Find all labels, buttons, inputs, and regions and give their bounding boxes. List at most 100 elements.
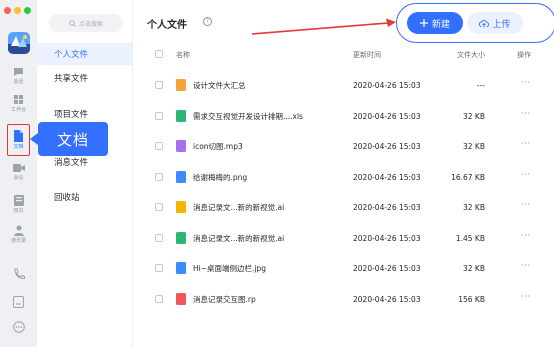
row-checkbox[interactable] [155, 111, 163, 120]
rail-item-workbench[interactable]: 工作台 [0, 94, 37, 113]
sidebar-item-recycle-bin[interactable]: 回收站 [37, 186, 133, 208]
app-window: 会话 工作台 文档 会议 知识 通讯录 点击搜索 个人文件 共享文件 项目文件 … [0, 0, 554, 347]
rail-item-file[interactable] [0, 296, 37, 308]
app-rail: 会话 工作台 文档 会议 知识 通讯录 [0, 0, 37, 347]
search-icon [69, 19, 76, 27]
rail-item-label: 工作台 [10, 107, 26, 113]
table-row[interactable]: icon切图.mp3 2020-04-26 15:03 32 KB ··· [134, 131, 554, 161]
row-checkbox[interactable] [155, 172, 163, 181]
row-more-button[interactable]: ··· [521, 292, 531, 301]
row-checkbox[interactable] [155, 264, 163, 272]
chat-icon [14, 68, 23, 76]
table-row[interactable]: 消息记录文...新的新视觉.ai 2020-04-26 15:03 32 KB ··· [134, 192, 554, 222]
callout-label: 文档 [56, 130, 89, 149]
file-size: 32 KB [463, 142, 485, 151]
table-row[interactable]: 给谢梅梅的.png 2020-04-26 15:03 16.67 KB ··· [134, 162, 554, 192]
file-name[interactable]: 消息记录交互图.rp [193, 294, 256, 305]
search-box[interactable]: 点击搜索 [49, 14, 123, 32]
row-more-button[interactable]: ··· [521, 109, 531, 118]
column-action: 操作 [517, 51, 531, 59]
file-size: --- [476, 81, 485, 90]
docs-callout: 文档 [30, 122, 108, 156]
rail-item-more[interactable] [0, 321, 37, 333]
table-row[interactable]: Hi~桌面端侧边栏.jpg 2020-04-26 15:03 32 KB ··· [134, 253, 554, 283]
excel-icon [176, 109, 186, 122]
avatar[interactable] [8, 32, 30, 54]
folder-icon [176, 79, 186, 91]
file-name[interactable]: 设计文件大汇总 [193, 80, 246, 91]
contacts-icon [13, 225, 24, 236]
rail-item-meeting[interactable]: 会议 [0, 163, 37, 181]
cloud-upload-icon [479, 19, 490, 27]
phone-icon [13, 268, 25, 280]
rail-item-contacts[interactable]: 通讯录 [0, 225, 37, 244]
table-row[interactable]: 设计文件大汇总 2020-04-26 15:03 --- ··· [134, 70, 554, 100]
select-all-checkbox[interactable] [155, 50, 163, 58]
rail-item-knowledge[interactable]: 知识 [0, 195, 37, 214]
rail-item-label: 知识 [13, 208, 24, 214]
row-checkbox[interactable] [155, 233, 163, 242]
docs-highlight-box [7, 124, 30, 156]
help-icon[interactable]: ? [203, 17, 212, 26]
close-window-button[interactable] [4, 7, 11, 14]
row-more-button[interactable]: ··· [521, 139, 531, 148]
rail-item-chat[interactable]: 会话 [0, 66, 37, 85]
rail-item-label: 通讯录 [10, 238, 26, 244]
sidebar-item-label: 项目文件 [54, 110, 89, 120]
upload-button-label: 上传 [492, 19, 511, 30]
column-name: 名称 [176, 51, 190, 59]
docs-sidebar: 点击搜索 个人文件 共享文件 项目文件 消息文件 回收站 [37, 0, 133, 347]
window-controls [4, 7, 31, 14]
workbench-icon [14, 95, 23, 104]
column-size: 文件大小 [457, 51, 485, 59]
main-panel: 个人文件 ? 新建 上传 名称 更新时间 文件大小 操作 设计文件大汇总 2020… [134, 0, 554, 347]
search-placeholder: 点击搜索 [78, 20, 103, 28]
file-size: 16.67 KB [451, 172, 485, 182]
sidebar-item-label: 回收站 [54, 193, 80, 203]
sidebar-item-shared-files[interactable]: 共享文件 [37, 67, 133, 89]
maximize-window-button[interactable] [24, 7, 31, 14]
file-name[interactable]: 需求交互视觉开发设计排期....xls [193, 111, 303, 122]
row-checkbox[interactable] [155, 203, 163, 211]
row-more-button[interactable]: ··· [521, 231, 531, 240]
new-button[interactable]: 新建 [407, 12, 463, 34]
sidebar-item-personal-files[interactable]: 个人文件 [37, 43, 133, 65]
more-icon [12, 321, 25, 333]
table-row[interactable]: 消息记录交互图.rp 2020-04-26 15:03 156 KB ··· [134, 284, 554, 314]
row-more-button[interactable]: ··· [521, 261, 531, 270]
rail-item-phone[interactable] [0, 268, 37, 280]
row-more-button[interactable]: ··· [521, 78, 531, 87]
row-more-button[interactable]: ··· [521, 170, 531, 179]
row-more-button[interactable]: ··· [521, 200, 531, 209]
file-updated-time: 2020-04-26 15:03 [353, 81, 421, 90]
file-icon [13, 296, 24, 308]
image-icon [176, 262, 186, 274]
row-checkbox[interactable] [155, 294, 163, 303]
upload-button[interactable]: 上传 [467, 12, 523, 34]
file-size: 32 KB [463, 111, 485, 121]
file-name[interactable]: Hi~桌面端侧边栏.jpg [193, 263, 266, 274]
knowledge-icon [13, 195, 24, 206]
table-row[interactable]: 需求交互视觉开发设计排期....xls 2020-04-26 15:03 32 KB… [134, 101, 554, 131]
meeting-icon [12, 164, 25, 172]
minimize-window-button[interactable] [14, 7, 21, 14]
file-size: 32 KB [463, 203, 485, 212]
file-name[interactable]: 消息记录文...新的新视觉.ai [193, 202, 284, 213]
file-updated-time: 2020-04-26 15:03 [353, 142, 421, 151]
ai-icon [176, 201, 186, 213]
file-size: 156 KB [458, 294, 485, 304]
file-updated-time: 2020-04-26 15:03 [353, 233, 421, 243]
file-name[interactable]: 消息记录文...新的新视觉.ai [193, 233, 284, 244]
sidebar-item-label: 共享文件 [54, 74, 89, 84]
rail-item-label: 会议 [13, 175, 24, 181]
file-updated-time: 2020-04-26 15:03 [353, 294, 421, 304]
row-checkbox[interactable] [155, 81, 163, 89]
page-title: 个人文件 [147, 20, 187, 31]
excel-icon [176, 231, 186, 244]
image-icon [176, 170, 186, 183]
file-name[interactable]: icon切图.mp3 [193, 141, 243, 152]
file-updated-time: 2020-04-26 15:03 [353, 264, 421, 273]
file-name[interactable]: 给谢梅梅的.png [193, 172, 247, 183]
table-row[interactable]: 消息记录文...新的新视觉.ai 2020-04-26 15:03 1.45 KB ·… [134, 223, 554, 253]
row-checkbox[interactable] [155, 142, 163, 150]
